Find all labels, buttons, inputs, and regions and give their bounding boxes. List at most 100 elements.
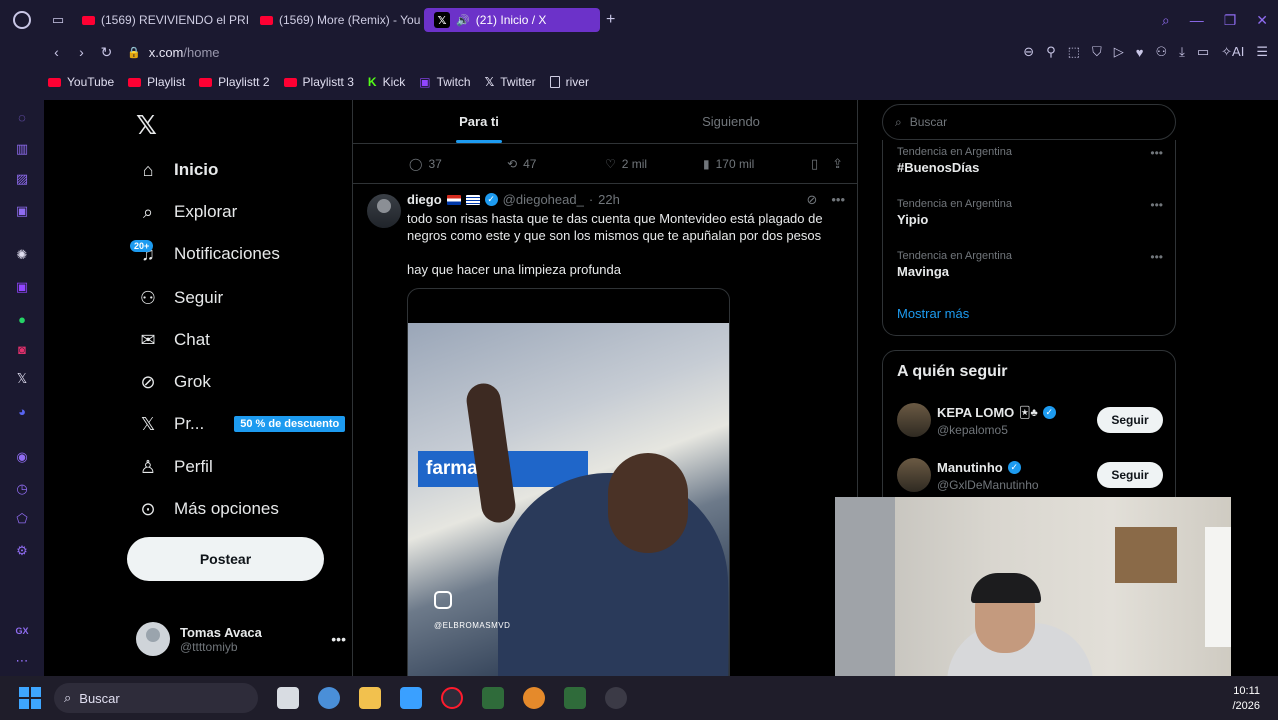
- tweet[interactable]: diego ✓ @diegohead_ · 22h ⊘ ••• todo son…: [353, 188, 859, 680]
- nav-item-premium[interactable]: 𝕏 Pr... 50 % de descuento: [136, 409, 346, 439]
- nav-item-inicio[interactable]: ⌂ Inicio: [136, 155, 219, 185]
- more-icon[interactable]: •••: [831, 192, 845, 208]
- avatar[interactable]: [367, 194, 401, 228]
- task-view-icon[interactable]: [277, 687, 299, 709]
- app-icon-4[interactable]: [605, 687, 627, 709]
- download-icon[interactable]: ⤓: [1179, 44, 1185, 60]
- lock-icon[interactable]: 🔒: [127, 46, 141, 59]
- browser-tab-1[interactable]: (1569) REVIVIENDO el PRI: [72, 8, 250, 32]
- reload-button[interactable]: ↻: [94, 44, 119, 61]
- browser-tab-3-active[interactable]: 𝕏 🔊 (21) Inicio / X: [424, 8, 600, 32]
- bookmark-playlist[interactable]: Playlist: [128, 75, 185, 89]
- gx-icon[interactable]: GX: [13, 622, 31, 640]
- messenger-icon[interactable]: ▣: [13, 202, 31, 220]
- snapshot-icon[interactable]: ⬚: [1068, 44, 1080, 60]
- tweet-video[interactable]: farma @ELBROMASMVD: [407, 288, 730, 680]
- more-icon[interactable]: •••: [1150, 198, 1163, 212]
- player-icon[interactable]: ◉: [13, 448, 31, 466]
- shield-icon[interactable]: ⛉: [1092, 44, 1102, 60]
- search-input[interactable]: ⌕ Buscar: [882, 104, 1176, 140]
- views-button[interactable]: ▮ 170 mil: [703, 157, 801, 171]
- more-icon[interactable]: •••: [1150, 146, 1163, 160]
- more-icon[interactable]: ⋯: [13, 652, 31, 670]
- notepad-icon[interactable]: [400, 687, 422, 709]
- close-button[interactable]: ✕: [1256, 12, 1268, 29]
- browser-tab-2[interactable]: (1569) More (Remix) - You: [250, 8, 424, 32]
- nav-item-perfil[interactable]: ♙ Perfil: [136, 452, 213, 482]
- settings-icon[interactable]: [318, 687, 340, 709]
- repost-button[interactable]: ⟲ 47: [507, 157, 605, 171]
- zoom-icon[interactable]: ⊖: [1023, 44, 1034, 60]
- bookmark-river[interactable]: river: [549, 75, 589, 89]
- follow-suggestion[interactable]: Manutinho ✓ @GxlDeManutinho Seguir: [897, 456, 1163, 496]
- chatgpt-icon[interactable]: ✺: [13, 246, 31, 264]
- bookmark-twitter[interactable]: 𝕏 Twitter: [485, 75, 536, 89]
- nav-item-grok[interactable]: ⊘ Grok: [136, 367, 210, 397]
- more-icon[interactable]: •••: [331, 631, 346, 647]
- post-button[interactable]: Postear: [127, 537, 324, 581]
- bookmark-playlist-2[interactable]: Playlistt 2: [199, 75, 270, 89]
- twitch-icon[interactable]: ▣: [13, 278, 31, 296]
- new-tab-button[interactable]: +: [606, 11, 615, 29]
- avatar[interactable]: [897, 403, 931, 437]
- trend-item[interactable]: Tendencia en Argentina Mavinga •••: [897, 250, 1163, 279]
- workspace-icon[interactable]: ▥: [13, 140, 31, 158]
- trend-item[interactable]: Tendencia en Argentina #BuenosDías •••: [897, 146, 1163, 175]
- bookmark-playlist-3[interactable]: Playlistt 3: [283, 75, 354, 89]
- follow-button[interactable]: Seguir: [1097, 462, 1163, 488]
- bookmark-icon[interactable]: ▯: [811, 156, 818, 172]
- taskbar-clock[interactable]: 10:11 /2026: [1232, 684, 1260, 714]
- aria-icon[interactable]: ◌: [13, 108, 31, 126]
- speaker-icon[interactable]: 🔊: [456, 14, 470, 27]
- bookmark-kick[interactable]: K Kick: [368, 75, 405, 89]
- app-icon-2[interactable]: [523, 687, 545, 709]
- reply-button[interactable]: ◯ 37: [409, 157, 507, 171]
- show-more-link[interactable]: Mostrar más: [897, 306, 969, 321]
- avatar[interactable]: [897, 458, 931, 492]
- nav-item-seguir[interactable]: ⚇ Seguir: [136, 283, 223, 313]
- opera-gx-icon[interactable]: [441, 687, 463, 709]
- url-field[interactable]: x.com/home: [149, 45, 220, 60]
- tab-islands-icon[interactable]: ▭: [44, 0, 72, 40]
- nav-item-mas-opciones[interactable]: ⊙ Más opciones: [136, 494, 278, 524]
- tweet-author-name[interactable]: diego: [407, 192, 442, 207]
- instagram-icon[interactable]: ◙: [13, 340, 31, 358]
- more-icon[interactable]: •••: [1150, 250, 1163, 264]
- search-tabs-icon[interactable]: ⌕: [1162, 12, 1170, 29]
- bookmark-twitch[interactable]: ▣ Twitch: [419, 75, 470, 89]
- account-switcher[interactable]: Tomas Avaca @ttttomiyb •••: [136, 619, 346, 659]
- nav-item-explorar[interactable]: ⌕ Explorar: [136, 197, 237, 227]
- back-button[interactable]: ‹: [44, 44, 69, 60]
- pin-icon[interactable]: ⚲: [1046, 44, 1056, 60]
- extensions-icon[interactable]: ⬠: [13, 510, 31, 528]
- discord-icon[interactable]: ◕: [13, 402, 31, 420]
- tab-siguiendo[interactable]: Siguiendo: [605, 100, 857, 143]
- settings-icon[interactable]: ⚙: [13, 542, 31, 560]
- tab-para-ti[interactable]: Para ti: [353, 100, 605, 143]
- start-button[interactable]: [19, 687, 41, 709]
- nav-item-notificaciones[interactable]: ♫ Notificaciones: [136, 239, 280, 269]
- tweet-time[interactable]: 22h: [598, 192, 620, 207]
- nav-item-chat[interactable]: ✉ Chat: [136, 325, 209, 355]
- easy-setup-icon[interactable]: ☰: [1256, 44, 1268, 60]
- whatsapp-icon[interactable]: ●: [13, 310, 31, 328]
- aria-ai-button[interactable]: ✧AI: [1221, 44, 1244, 60]
- like-button[interactable]: ♡ 2 mil: [605, 157, 703, 171]
- app-icon-3[interactable]: [564, 687, 586, 709]
- heart-icon[interactable]: ♥: [1136, 45, 1144, 60]
- file-explorer-icon[interactable]: [359, 687, 381, 709]
- opera-logo-icon[interactable]: [0, 0, 44, 40]
- maximize-button[interactable]: ❐: [1224, 12, 1237, 29]
- battery-icon[interactable]: ▭: [1197, 44, 1209, 60]
- trend-item[interactable]: Tendencia en Argentina Yipio •••: [897, 198, 1163, 227]
- grok-icon[interactable]: ⊘: [806, 192, 817, 208]
- history-icon[interactable]: ◷: [13, 480, 31, 498]
- bookmark-youtube[interactable]: YouTube: [48, 75, 114, 89]
- follow-suggestion[interactable]: KEPA LOMO 🃏♣ ✓ @kepalomo5 Seguir: [897, 401, 1163, 441]
- app-icon-1[interactable]: [482, 687, 504, 709]
- video-frame[interactable]: farma @ELBROMASMVD: [408, 323, 729, 680]
- forward-button[interactable]: ›: [69, 44, 94, 60]
- share-icon[interactable]: ⇪: [832, 156, 843, 172]
- play-icon[interactable]: ▷: [1114, 44, 1124, 60]
- tweet-author-handle[interactable]: @diegohead_: [503, 192, 584, 207]
